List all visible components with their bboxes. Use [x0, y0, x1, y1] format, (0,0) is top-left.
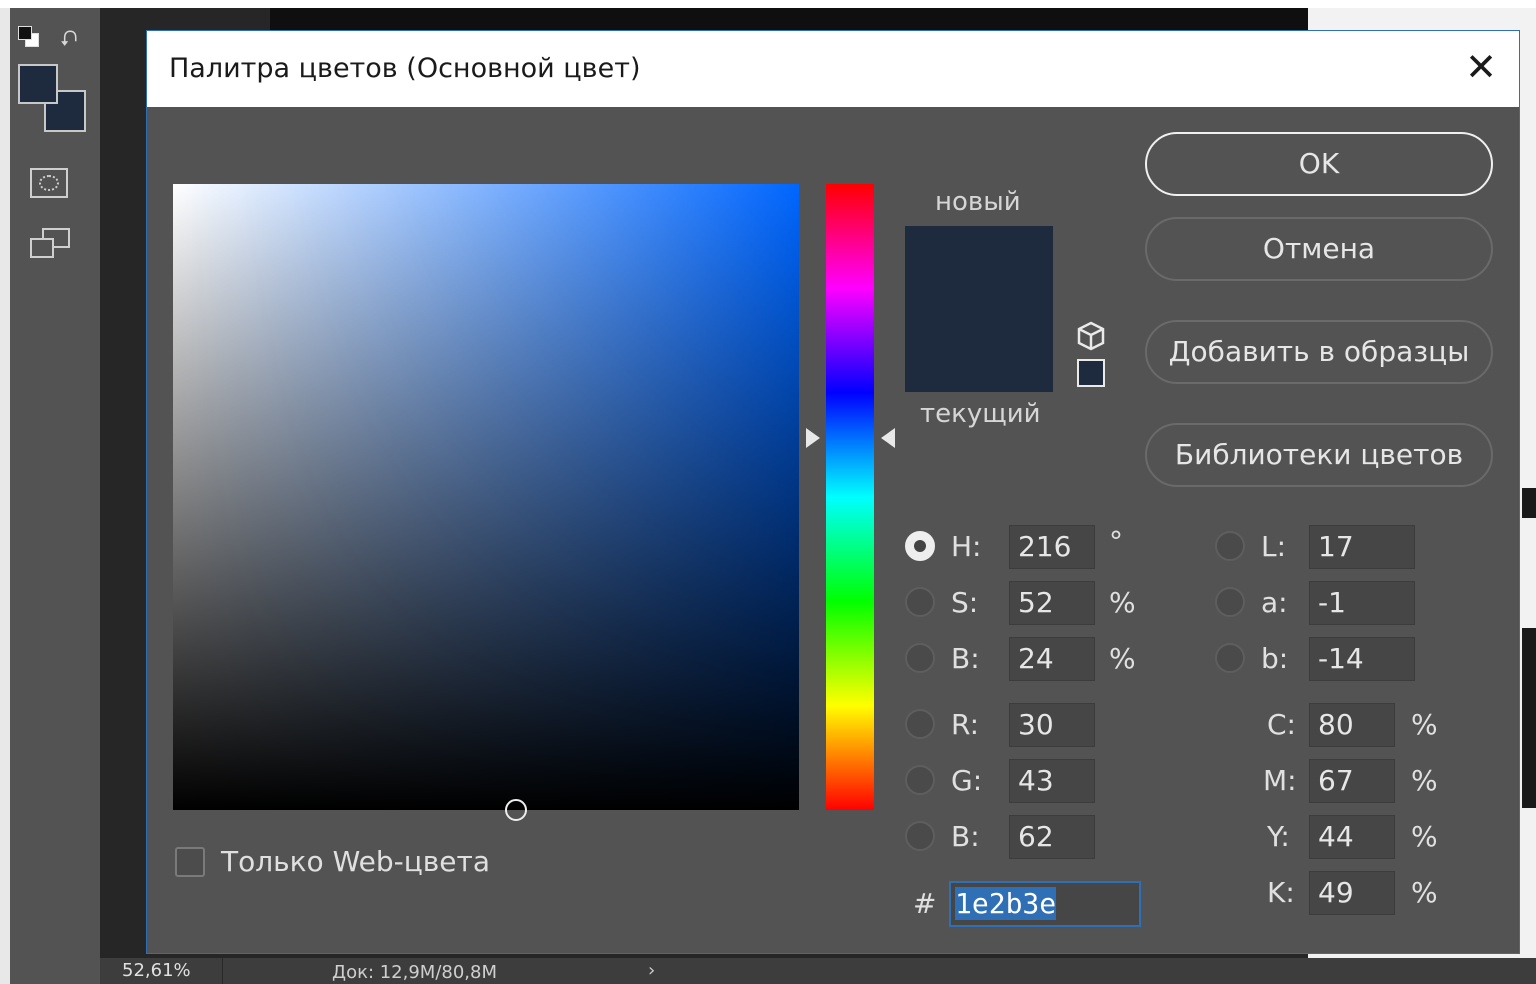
red-label: R: — [951, 708, 980, 741]
doc-size: Док: 12,9M/80,8M — [332, 962, 498, 983]
foreground-color-swatch[interactable] — [18, 64, 58, 104]
radio-lightness[interactable] — [1215, 531, 1245, 561]
current-color-preview[interactable] — [905, 310, 1053, 392]
web-colors-only-checkbox[interactable] — [175, 847, 205, 877]
hue-slider-left-arrow[interactable] — [806, 428, 820, 448]
lab-a-input[interactable]: -1 — [1309, 581, 1415, 625]
percent-unit: % — [1109, 586, 1136, 619]
title-bar: Палитра цветов (Основной цвет) ✕ — [147, 31, 1519, 107]
new-color-preview — [905, 226, 1053, 310]
lab-l-label: L: — [1261, 530, 1287, 563]
out-of-gamut-cube-icon[interactable] — [1075, 320, 1107, 352]
percent-unit: % — [1411, 764, 1438, 797]
green-label: G: — [951, 764, 983, 797]
default-colors-icon[interactable] — [18, 26, 40, 48]
radio-green[interactable] — [905, 765, 935, 795]
key-label: K: — [1267, 876, 1295, 909]
quick-mask-icon[interactable] — [30, 168, 68, 198]
yellow-input[interactable]: 44 — [1309, 815, 1395, 859]
zoom-level[interactable]: 52,61% — [122, 960, 191, 981]
key-input[interactable]: 49 — [1309, 871, 1395, 915]
color-picker-dialog: Палитра цветов (Основной цвет) ✕ новый т… — [146, 30, 1520, 954]
new-color-label: новый — [935, 187, 1021, 217]
cancel-button[interactable]: Отмена — [1145, 217, 1493, 281]
swap-colors-icon[interactable]: ⮏ — [60, 22, 78, 60]
radio-blue[interactable] — [905, 821, 935, 851]
hex-value-selected: 1e2b3e — [955, 887, 1057, 920]
color-libraries-button[interactable]: Библиотеки цветов — [1145, 423, 1493, 487]
chevron-right-icon[interactable]: › — [648, 960, 655, 981]
close-icon[interactable]: ✕ — [1461, 47, 1501, 87]
status-bar: 52,61% Док: 12,9M/80,8M › — [100, 958, 1536, 984]
web-safe-color-swatch[interactable] — [1077, 359, 1105, 387]
ok-button[interactable]: OK — [1145, 132, 1493, 196]
hue-slider-right-arrow[interactable] — [881, 428, 895, 448]
saturation-label: S: — [951, 586, 979, 619]
blue-input[interactable]: 62 — [1009, 815, 1095, 859]
percent-unit: % — [1411, 820, 1438, 853]
hue-label: H: — [951, 530, 982, 563]
radio-brightness[interactable] — [905, 643, 935, 673]
lab-b-input[interactable]: -14 — [1309, 637, 1415, 681]
color-picker-cursor[interactable] — [505, 799, 527, 821]
current-color-label: текущий — [920, 399, 1041, 429]
hue-input[interactable]: 216 — [1009, 525, 1095, 569]
cyan-input[interactable]: 80 — [1309, 703, 1395, 747]
web-colors-only-label[interactable]: Только Web-цвета — [221, 845, 490, 878]
lab-a-label: a: — [1261, 586, 1288, 619]
hue-slider[interactable] — [826, 184, 874, 810]
red-input[interactable]: 30 — [1009, 703, 1095, 747]
magenta-input[interactable]: 67 — [1309, 759, 1395, 803]
doc-fragment — [1522, 488, 1536, 518]
lab-b-label: b: — [1261, 642, 1289, 675]
tools-panel: ⮏ — [10, 8, 100, 984]
green-input[interactable]: 43 — [1009, 759, 1095, 803]
saturation-brightness-field[interactable] — [173, 184, 799, 821]
radio-saturation[interactable] — [905, 587, 935, 617]
yellow-label: Y: — [1267, 820, 1290, 853]
screen-mode-icon[interactable] — [30, 228, 74, 264]
blue-label: B: — [951, 820, 980, 853]
brightness-input[interactable]: 24 — [1009, 637, 1095, 681]
degree-unit: ° — [1109, 525, 1123, 558]
dialog-title: Палитра цветов (Основной цвет) — [169, 53, 641, 84]
percent-unit: % — [1411, 876, 1438, 909]
radio-lab-b[interactable] — [1215, 643, 1245, 673]
lab-l-input[interactable]: 17 — [1309, 525, 1415, 569]
left-edge — [0, 8, 10, 984]
cyan-label: C: — [1267, 708, 1296, 741]
radio-hue[interactable] — [905, 531, 935, 561]
magenta-label: M: — [1263, 764, 1297, 797]
divider — [222, 958, 223, 984]
radio-red[interactable] — [905, 709, 935, 739]
percent-unit: % — [1109, 642, 1136, 675]
percent-unit: % — [1411, 708, 1438, 741]
saturation-input[interactable]: 52 — [1009, 581, 1095, 625]
hex-input[interactable]: 1e2b3e — [949, 881, 1141, 927]
doc-fragment — [1522, 628, 1536, 808]
radio-lab-a[interactable] — [1215, 587, 1245, 617]
add-to-swatches-button[interactable]: Добавить в образцы — [1145, 320, 1493, 384]
brightness-label: B: — [951, 642, 980, 675]
top-edge — [0, 0, 1536, 8]
hex-label: # — [913, 887, 937, 920]
